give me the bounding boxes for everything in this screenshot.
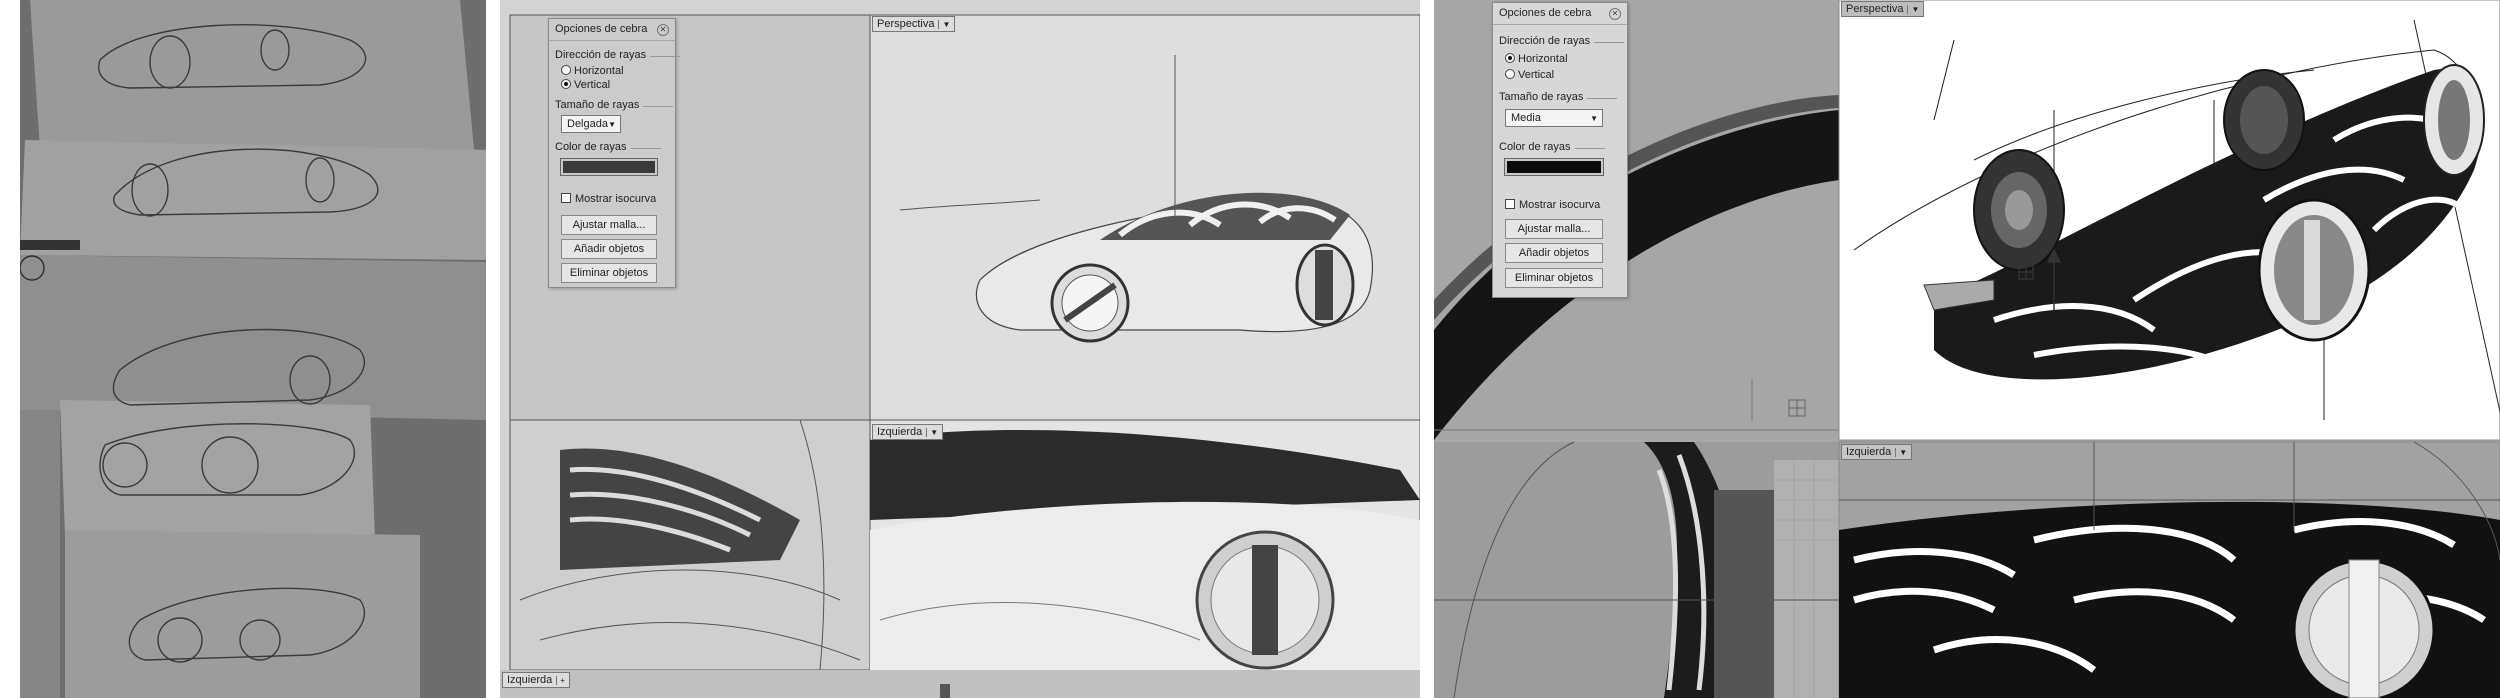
checkbox-icon[interactable]: [1505, 199, 1515, 209]
stripe-color-swatch[interactable]: [560, 158, 658, 176]
radio-selected-icon[interactable]: [561, 79, 571, 89]
size-section-label: Tamaño de rayas: [1499, 91, 1618, 103]
perspective-viewport-tab[interactable]: Perspectiva ▼: [1841, 1, 1925, 17]
remove-objects-button[interactable]: Eliminar objetos: [1505, 268, 1603, 288]
close-icon[interactable]: ✕: [1609, 8, 1621, 20]
bottom-viewport-tab[interactable]: Izquierda +: [502, 672, 570, 688]
sketch-sheets: [20, 0, 486, 698]
direction-section-label: Dirección de rayas: [1499, 35, 1625, 47]
color-section-label: Color de rayas: [555, 141, 660, 153]
zebra-options-dialog: Opciones de cebra ✕ Dirección de rayas H…: [548, 18, 681, 288]
dialog-titlebar[interactable]: Opciones de cebra ✕: [549, 19, 675, 41]
dropdown-arrow-icon[interactable]: ▼: [926, 428, 938, 437]
dialog-title: Opciones de cebra: [1499, 7, 1592, 19]
chevron-down-icon: ▼: [1590, 114, 1598, 123]
direction-vertical-radio[interactable]: Vertical: [561, 79, 610, 91]
close-icon[interactable]: ✕: [657, 24, 669, 36]
dropdown-arrow-icon[interactable]: ▼: [1895, 448, 1907, 457]
direction-horizontal-radio[interactable]: Horizontal: [561, 65, 624, 77]
rhino-screenshot-2: Perspectiva ▼ Izquierda ▼ Opciones de cebr…: [1434, 0, 2500, 698]
show-isocurve-checkbox[interactable]: Mostrar isocurva: [561, 193, 656, 205]
dropdown-arrow-icon[interactable]: ▼: [1907, 5, 1919, 14]
stripe-size-select[interactable]: Media ▼: [1505, 109, 1603, 127]
sketch-photo: [20, 0, 486, 698]
stripe-color-swatch[interactable]: [1504, 158, 1604, 176]
chevron-down-icon: ▼: [608, 120, 616, 129]
show-isocurve-checkbox[interactable]: Mostrar isocurva: [1505, 199, 1600, 211]
stripe-size-select[interactable]: Delgada ▼: [561, 115, 621, 133]
zebra-options-dialog: Opciones de cebra ✕ Dirección de rayas H…: [1492, 2, 1628, 298]
size-section-label: Tamaño de rayas: [555, 99, 674, 111]
dropdown-arrow-icon[interactable]: ▼: [938, 20, 950, 29]
dialog-titlebar[interactable]: Opciones de cebra ✕: [1493, 3, 1627, 25]
direction-section-label: Dirección de rayas: [555, 49, 681, 61]
dialog-title: Opciones de cebra: [555, 23, 648, 35]
color-section-label: Color de rayas: [1499, 141, 1604, 153]
adjust-mesh-button[interactable]: Ajustar malla...: [561, 215, 657, 235]
direction-vertical-radio[interactable]: Vertical: [1505, 69, 1554, 81]
add-objects-button[interactable]: Añadir objetos: [561, 239, 657, 259]
direction-horizontal-radio[interactable]: Horizontal: [1505, 53, 1568, 65]
add-tab-icon[interactable]: +: [556, 676, 565, 685]
perspective-viewport-tab[interactable]: Perspectiva ▼: [872, 16, 956, 32]
add-objects-button[interactable]: Añadir objetos: [1505, 243, 1603, 263]
rhino-screen-photo-1: Perspectiva ▼ Izquierda ▼ Izquierda + Opcio…: [500, 0, 1420, 698]
radio-icon[interactable]: [561, 65, 571, 75]
left-viewport-tab[interactable]: Izquierda ▼: [872, 424, 944, 440]
adjust-mesh-button[interactable]: Ajustar malla...: [1505, 219, 1603, 239]
radio-icon[interactable]: [1505, 69, 1515, 79]
radio-selected-icon[interactable]: [1505, 53, 1515, 63]
remove-objects-button[interactable]: Eliminar objetos: [561, 263, 657, 283]
left-viewport-tab[interactable]: Izquierda ▼: [1841, 444, 1913, 460]
checkbox-icon[interactable]: [561, 193, 571, 203]
